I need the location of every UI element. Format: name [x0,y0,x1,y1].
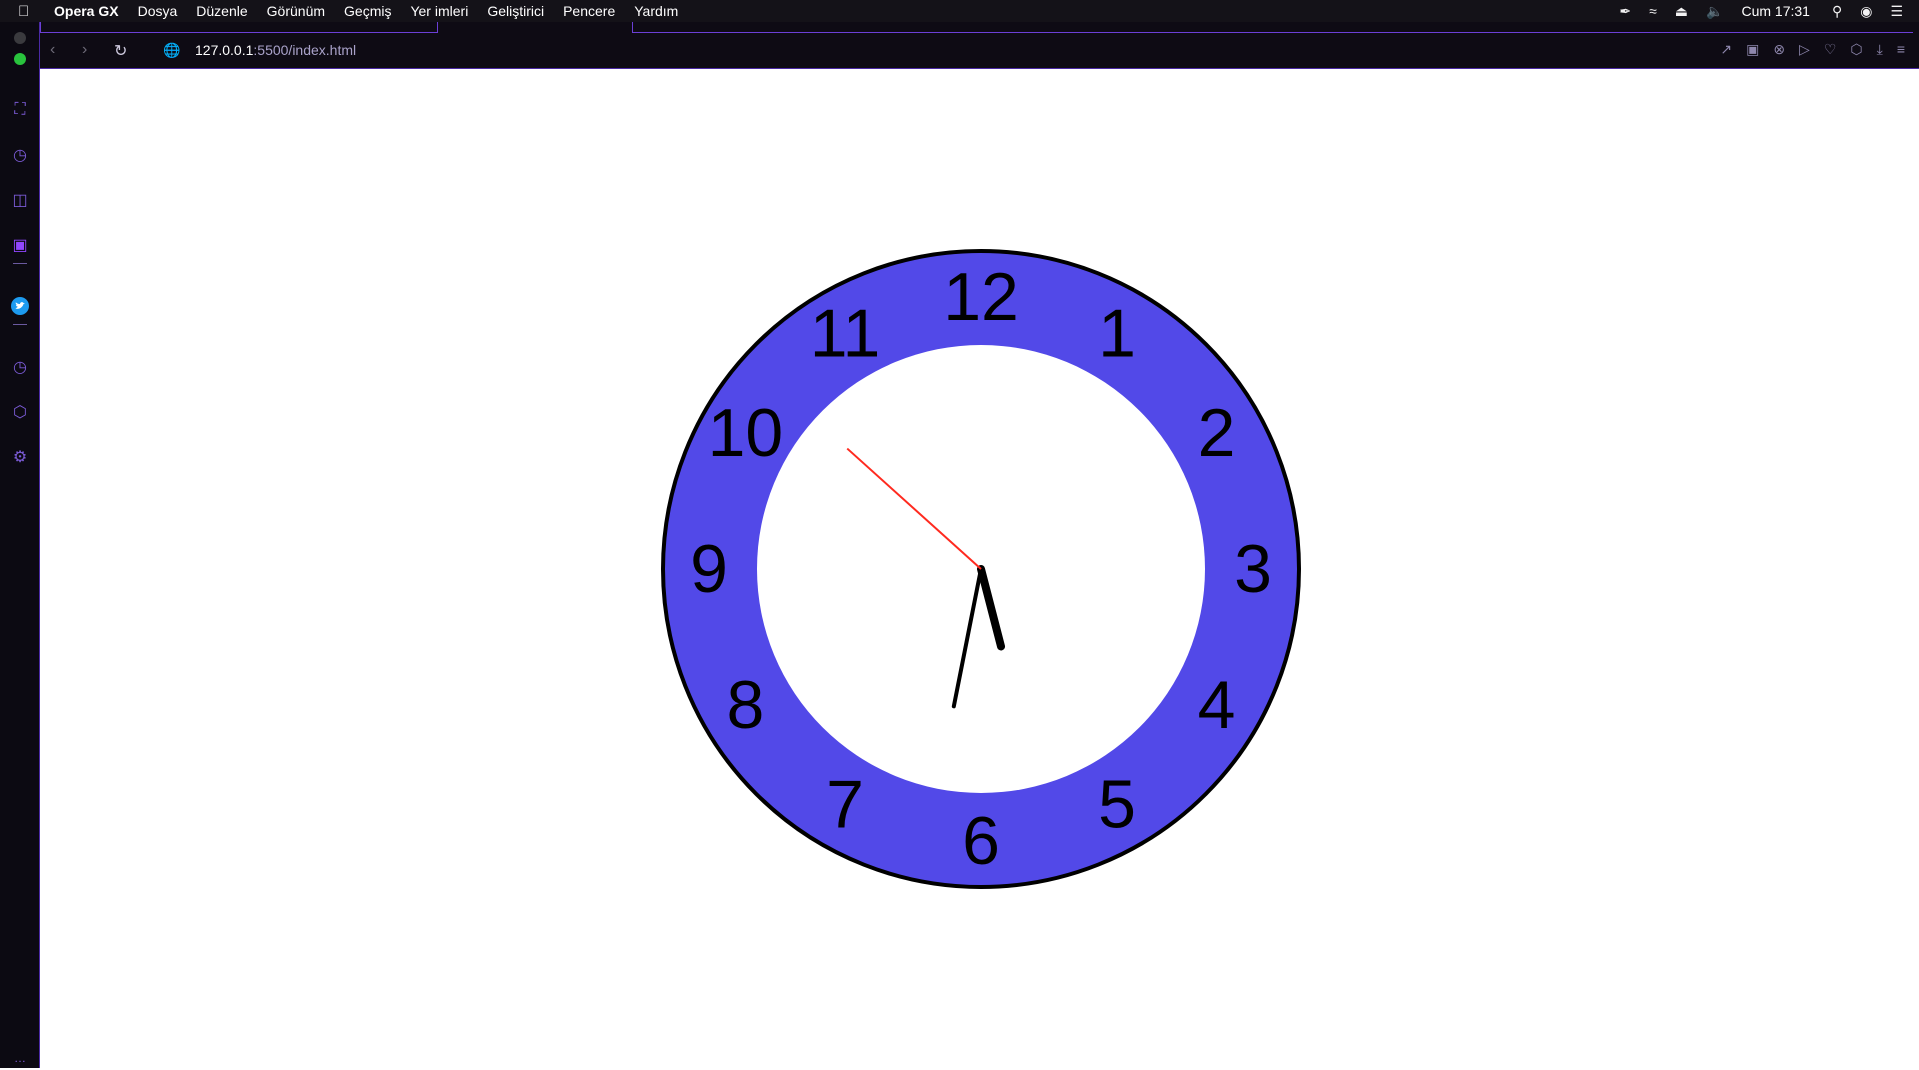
menu-window[interactable]: Pencere [563,3,615,19]
snapshot-camera-icon[interactable]: ▣ [1746,41,1759,58]
twitter-icon-graphic [11,297,29,315]
tab-active[interactable] [40,22,438,33]
sidebar-separator [13,324,27,325]
volume-icon[interactable]: 🔈 [1706,3,1723,20]
cube-icon[interactable]: ⬡ [8,400,32,424]
clock-numeral-1: 1 [1098,295,1136,371]
menu-edit[interactable]: Düzenle [196,3,247,19]
clock-numeral-6: 6 [962,803,1000,879]
clock-numeral-12: 12 [943,259,1019,335]
bookmark-heart-icon[interactable]: ♡ [1824,41,1837,58]
siri-icon[interactable]: ◉ [1860,3,1872,20]
macos-menubar:  Opera GX Dosya Düzenle Görünüm Geçmiş … [0,0,1919,22]
more-icon[interactable]: … [8,1046,32,1070]
app-menu-opera-gx[interactable]: Opera GX [54,3,119,19]
clock-numeral-3: 3 [1234,531,1272,607]
extensions-cube-icon[interactable]: ⬡ [1850,41,1862,58]
tab-inactive[interactable] [632,22,1913,33]
clock-numeral-2: 2 [1198,395,1236,471]
twitch-icon[interactable]: ▣ [8,233,32,257]
spotlight-search-icon[interactable]: ⚲ [1832,3,1842,20]
url-field[interactable]: 127.0.0.1:5500/index.html [195,42,356,58]
menu-developer[interactable]: Geliştirici [487,3,544,19]
clock-numeral-7: 7 [826,767,864,843]
menu-history[interactable]: Geçmiş [344,3,391,19]
apple-logo-icon[interactable]:  [18,3,36,20]
feather-icon[interactable]: ✒ [1619,3,1631,20]
clock-numeral-4: 4 [1198,667,1236,743]
menu-view[interactable]: Görünüm [267,3,325,19]
clock-numeral-11: 11 [810,295,881,371]
clock-numeral-9: 9 [690,531,728,607]
gx-corner-icon[interactable]: ◫ [8,188,32,212]
url-host: 127.0.0.1 [195,42,254,58]
reload-icon[interactable]: ↻ [114,41,127,61]
eject-icon[interactable]: ⏏ [1675,3,1688,20]
clock-numeral-10: 10 [708,395,784,471]
menubar-clock[interactable]: Cum 17:31 [1741,3,1809,19]
twitter-icon[interactable] [8,294,32,318]
address-bar: ‹ › ↻ 🌐 127.0.0.1:5500/index.html ↗ ▣ ⊗ … [40,33,1919,69]
control-center-icon[interactable]: ☰ [1890,3,1903,20]
url-path: :5500/index.html [253,42,357,58]
clock-numeral-8: 8 [726,667,764,743]
opera-sidebar: ⛶ ◷ ◫ ▣ ◷ ⬡ ⚙ … [0,22,40,1068]
history-icon[interactable]: ◷ [8,355,32,379]
menu-help[interactable]: Yardım [634,3,678,19]
menu-file[interactable]: Dosya [138,3,178,19]
share-icon[interactable]: ↗ [1720,41,1732,58]
page-content: 12 1 2 3 4 5 6 7 8 9 10 11 [41,69,1919,1068]
clock-numeral-5: 5 [1098,767,1136,843]
toolbar-actions: ↗ ▣ ⊗ ▷ ♡ ⬡ ⤓ ≡ [1720,41,1905,58]
menu-bookmarks[interactable]: Yer imleri [410,3,468,19]
analog-clock: 12 12 3 45 6 78 9 10 11 [661,249,1301,889]
easy-setup-menu-icon[interactable]: ≡ [1897,41,1905,58]
send-icon[interactable]: ▷ [1799,41,1810,58]
gamepad-icon[interactable]: ⛶ [8,98,32,122]
settings-gear-icon[interactable]: ⚙ [8,445,32,469]
gx-control-icon[interactable]: ◷ [8,143,32,167]
back-icon[interactable]: ‹ [50,41,55,59]
wifi-icon[interactable]: ≈ [1649,3,1657,19]
window-close-button[interactable] [14,32,26,44]
tab-strip [40,22,1919,33]
menubar-status-area: ✒ ≈ ⏏ 🔈 Cum 17:31 ⚲ ◉ ☰ [1619,0,1903,22]
sidebar-separator [13,263,27,264]
forward-icon[interactable]: › [82,41,87,59]
site-info-globe-icon[interactable]: 🌐 [163,42,180,59]
window-zoom-button[interactable] [14,53,26,65]
ad-blocker-icon[interactable]: ⊗ [1773,41,1785,58]
downloads-icon[interactable]: ⤓ [1877,41,1883,58]
